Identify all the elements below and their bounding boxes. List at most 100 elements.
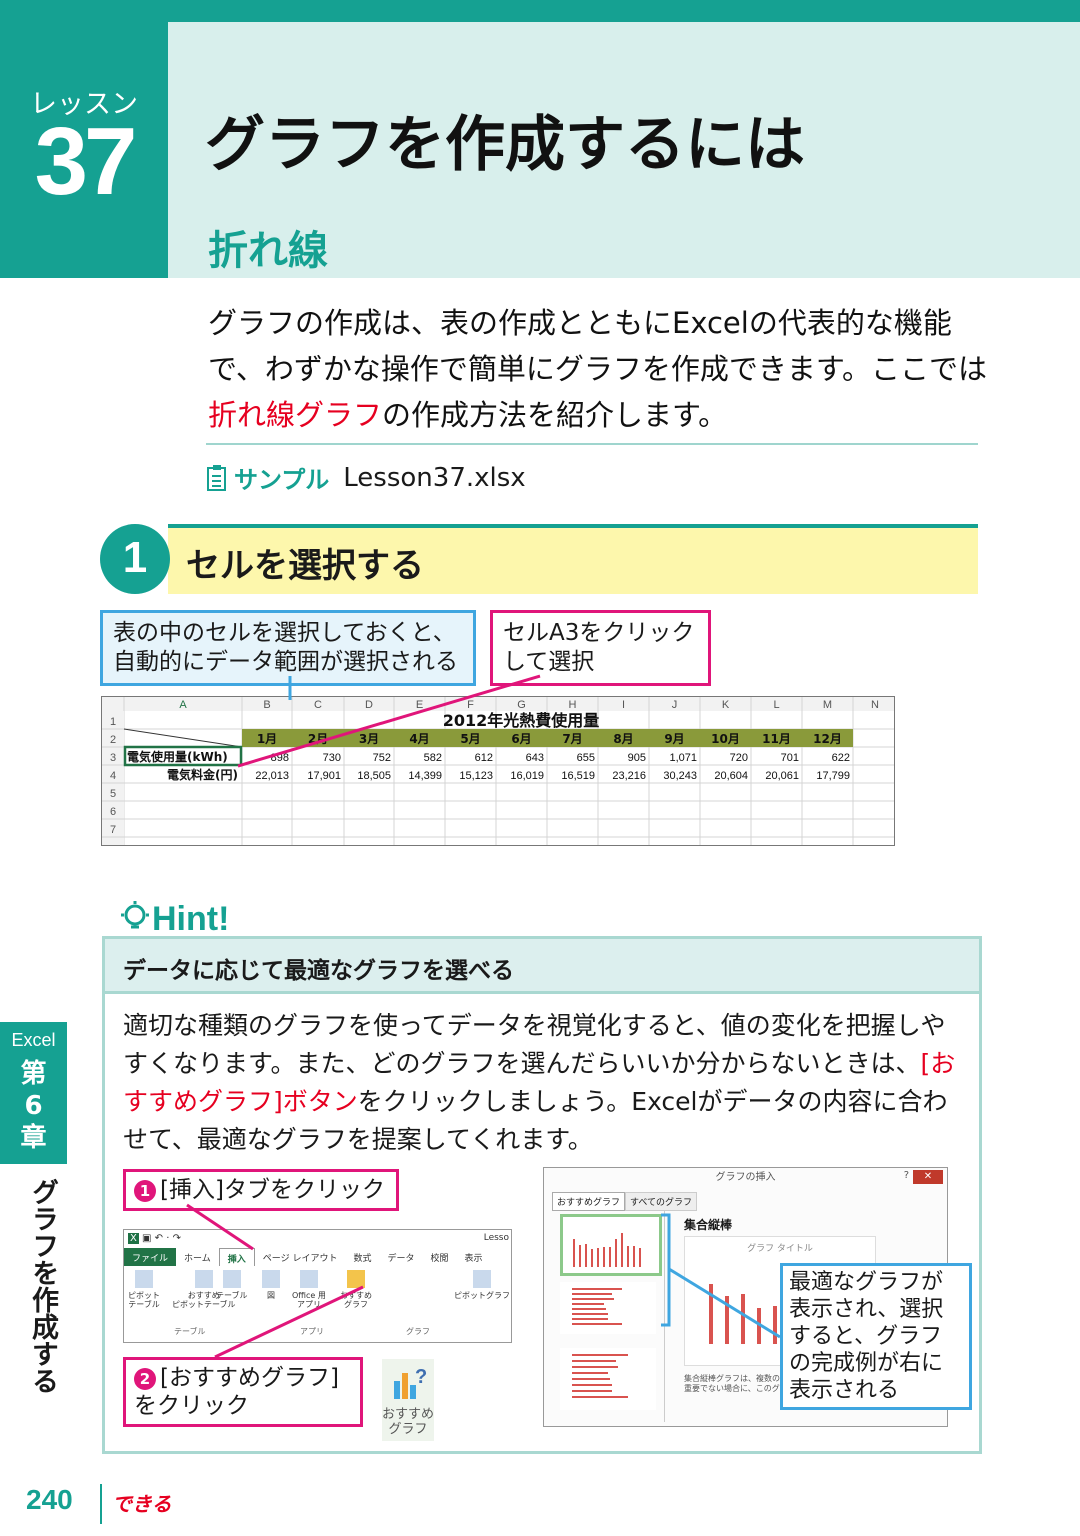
ribbon-button-icon <box>194 1270 213 1288</box>
ribbon-tab[interactable]: 表示 <box>457 1248 491 1266</box>
ribbon-buttons: ピボット テーブル おすすめ ピボットテーブル テーブル図 Office 用 アプリお… <box>124 1270 511 1320</box>
ribbon-groups: テーブル アプリ グラフ <box>124 1326 511 1340</box>
sample-label: サンプル <box>234 466 330 494</box>
ribbon-button-label: 図 <box>267 1291 275 1300</box>
data-cell: 898 <box>271 752 289 764</box>
preview-title: グラフ タイトル <box>747 1244 813 1254</box>
ribbon-tab[interactable]: 校閲 <box>422 1248 456 1266</box>
column-header: K <box>722 699 730 711</box>
thumbnail-bar-chart[interactable] <box>560 1282 656 1334</box>
data-cell: 612 <box>475 752 493 764</box>
ribbon-button-icon <box>262 1270 280 1288</box>
intro-part1: グラフの作成は、表の作成とともにExcelの代表的な機能で、わずかな操作で簡単に… <box>208 306 987 386</box>
data-cell: 20,061 <box>765 770 799 782</box>
data-cell: 730 <box>323 752 341 764</box>
month-header: 5月 <box>460 732 480 746</box>
data-cell: 17,799 <box>816 770 850 782</box>
column-header: J <box>672 699 678 711</box>
ribbon-tab[interactable]: ページ レイアウト <box>255 1248 346 1266</box>
month-header: 12月 <box>813 732 842 746</box>
ribbon-button[interactable]: ピボット テーブル <box>128 1270 160 1309</box>
column-header: B <box>263 699 270 711</box>
rec-icon-label: おすすめ グラフ <box>382 1407 435 1437</box>
dialog-title: グラフの挿入 <box>715 1172 776 1183</box>
bar-chart-icon: ? <box>394 1366 427 1399</box>
dialog-tabs: おすすめグラフ すべてのグラフ <box>552 1192 698 1211</box>
brand-logo: できる <box>112 1492 172 1516</box>
chapter-tab: Excel 第 6 章 <box>0 1022 67 1164</box>
page-title: グラフを作成するには <box>205 110 805 180</box>
row-number: 3 <box>110 752 116 764</box>
month-header: 2月 <box>308 732 328 746</box>
ribbon-tab[interactable]: 挿入 <box>218 1248 255 1266</box>
ribbon-button-label: ピボットグラフ <box>454 1291 510 1300</box>
row-label: 電気料金(円) <box>167 767 238 782</box>
recommended-chart-icon: ? おすすめ グラフ <box>382 1359 434 1441</box>
data-cell: 23,216 <box>612 770 646 782</box>
ribbon-button-icon <box>299 1270 318 1288</box>
ribbon-button[interactable]: Office 用 アプリ <box>292 1270 326 1309</box>
ribbon-button[interactable]: テーブル <box>216 1270 248 1300</box>
dialog-chart-name: 集合縦棒 <box>684 1218 733 1232</box>
intro-part2: の作成方法を紹介します。 <box>382 398 728 432</box>
chapter-app: Excel <box>11 1030 56 1050</box>
data-cell: 622 <box>832 752 850 764</box>
data-cell: 14,399 <box>408 770 442 782</box>
page-number: 240 <box>26 1484 73 1515</box>
data-cell: 701 <box>781 752 799 764</box>
help-icon[interactable]: ? <box>904 1170 909 1181</box>
chapter-number: 第 6 章 <box>20 1059 47 1153</box>
ribbon-filename: Lesso <box>483 1233 509 1243</box>
row-number: 1 <box>110 716 116 728</box>
ribbon-button-label: Office 用 アプリ <box>292 1291 326 1309</box>
lightbulb-icon <box>121 901 149 929</box>
row-number: 6 <box>110 806 116 818</box>
ribbon-button[interactable]: ピボットグラフ <box>454 1270 510 1300</box>
file-icon <box>207 464 226 491</box>
ribbon-tab[interactable]: 数式 <box>345 1248 379 1266</box>
column-header: N <box>871 699 879 711</box>
spreadsheet-grid: A B C D E F G H I J K L M N 1 2 3 4 5 6 7 2012年光熱費使用量 1月 2月 3月 4月… <box>102 697 894 859</box>
hint-box: データに応じて最適なグラフを選べる 適切な種類のグラフを使ってデータを視覚化する… <box>102 936 982 1454</box>
intro-text: グラフの作成は、表の作成とともにExcelの代表的な機能で、わずかな操作で簡単に… <box>208 300 988 438</box>
sheet-title: 2012年光熱費使用量 <box>443 711 600 730</box>
top-bar <box>0 0 1080 22</box>
data-cell: 30,243 <box>663 770 697 782</box>
hint-step1-callout: 1 [挿入]タブをクリック <box>123 1169 399 1211</box>
row-number: 7 <box>110 824 116 836</box>
ribbon-button-icon <box>473 1270 491 1288</box>
hint-step2-callout: 2 [おすすめグラフ] をクリック <box>123 1357 363 1427</box>
step2-number: 2 <box>134 1368 156 1390</box>
ribbon-button[interactable]: おすすめ グラフ <box>340 1270 372 1309</box>
hint-body: 適切な種類のグラフを使ってデータを視覚化すると、値の変化を把握しやすくなります。… <box>123 1007 963 1159</box>
month-header: 7月 <box>562 732 582 746</box>
thumbnail-column-chart[interactable] <box>560 1214 662 1276</box>
ribbon-tab[interactable]: ホーム <box>176 1248 219 1266</box>
excel-app-icon: X ▣ ↶ · ↷ <box>128 1233 181 1244</box>
step1-number: 1 <box>134 1180 156 1202</box>
ribbon-button[interactable]: 図 <box>262 1270 280 1300</box>
tab-all-charts[interactable]: すべてのグラフ <box>625 1192 698 1211</box>
month-header: 8月 <box>613 732 633 746</box>
diagonal-line <box>123 728 243 748</box>
sample-file: サンプル Lesson37.xlsx <box>206 460 526 495</box>
ribbon-tab[interactable]: ファイル <box>124 1248 177 1266</box>
spreadsheet: A B C D E F G H I J K L M N 1 2 3 4 5 6 7 2012年光熱費使用量 1月 2月 3月 4月… <box>101 696 895 859</box>
ribbon-group-label: アプリ <box>300 1327 324 1336</box>
thumbnail-bar-chart-2[interactable] <box>560 1348 656 1410</box>
callout-auto-range: 表の中のセルを選択しておくと、 自動的にデータ範囲が選択される <box>100 610 476 686</box>
data-cell: 752 <box>373 752 391 764</box>
ribbon-tab[interactable]: データ <box>379 1248 422 1266</box>
step1-text: [挿入]タブをクリック <box>160 1177 385 1203</box>
data-cell: 1,071 <box>669 752 697 764</box>
month-header: 9月 <box>664 732 684 746</box>
close-icon[interactable]: ✕ <box>913 1170 943 1184</box>
month-header: 6月 <box>511 732 531 746</box>
data-cell: 16,019 <box>510 770 544 782</box>
column-header: I <box>622 699 625 711</box>
divider <box>206 443 978 445</box>
hint-logo-text: Hint! <box>152 900 230 938</box>
chapter-title-vertical: グラフを作成する <box>27 1178 58 1394</box>
tab-recommended[interactable]: おすすめグラフ <box>552 1192 626 1211</box>
column-header: F <box>467 699 474 711</box>
